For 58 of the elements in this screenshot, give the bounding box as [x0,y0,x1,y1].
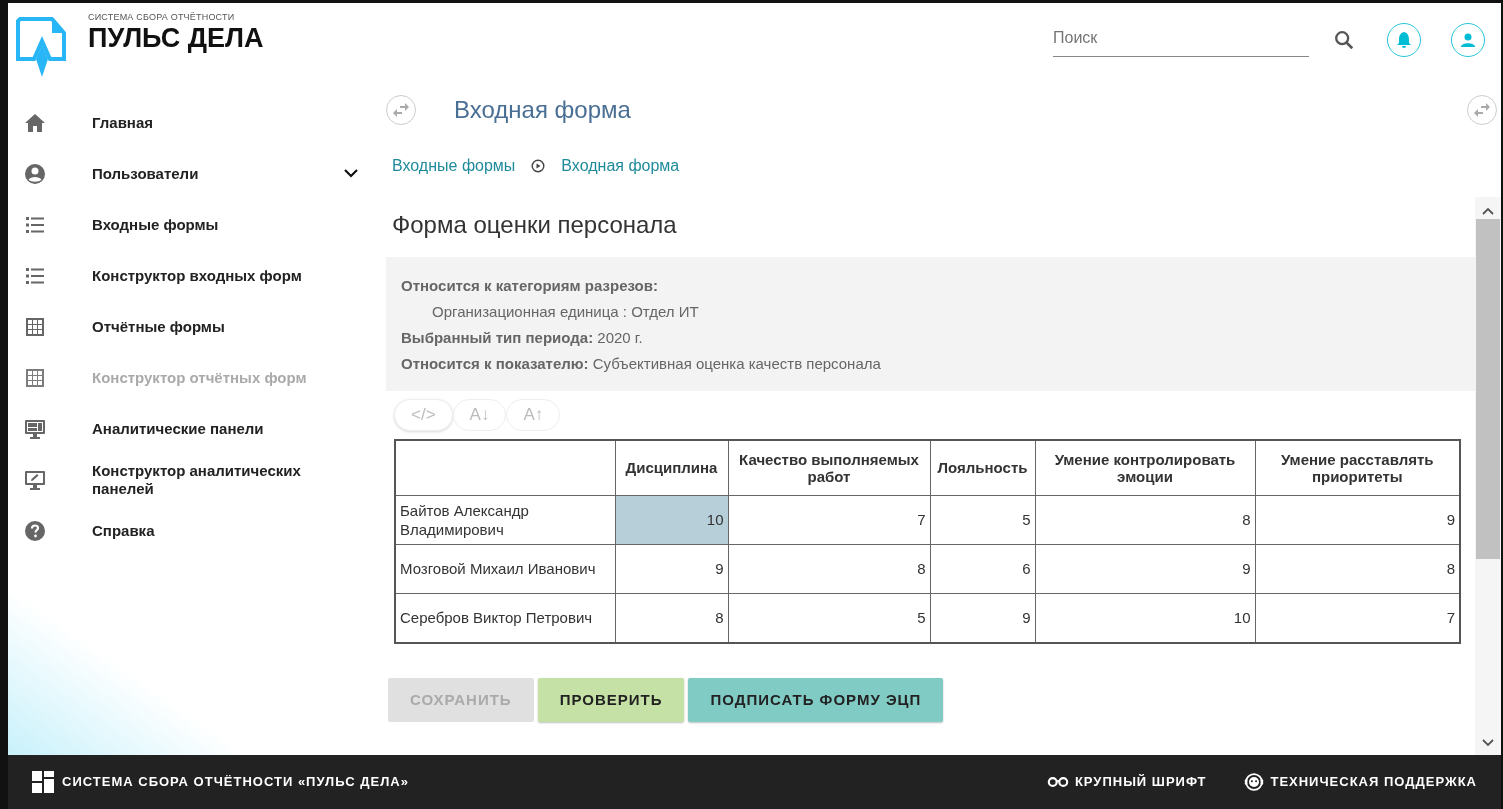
info-line: Относится к категориям разрезов: [401,276,659,296]
grid-logo-icon [32,771,54,793]
swap-button[interactable] [1467,95,1497,125]
page-title: Входная форма [454,95,631,125]
sidebar-item[interactable]: Конструктор аналитических панелей [8,454,378,505]
profile-button[interactable] [1451,23,1485,57]
chevron-up-icon[interactable] [1482,207,1494,215]
chevron-down-icon[interactable] [344,169,358,178]
sidebar-item[interactable]: Отчётные формы [8,301,378,352]
value-cell[interactable]: 9 [1035,544,1255,594]
breadcrumb-link[interactable]: Входная форма [561,154,680,178]
sidebar-item[interactable]: Главная [8,97,378,148]
headset-icon [1244,772,1265,792]
info-line: Организационная единица : Отдел ИТ [431,302,700,322]
value-cell[interactable]: 8 [1035,495,1255,545]
swap-arrows-icon [393,103,409,117]
logo-caption: СИСТЕМА СБОРА ОТЧЁТНОСТИ [88,11,236,24]
value-cell[interactable]: 9 [615,544,728,594]
row-name-cell: Мозговой Михаил Иванович [395,544,615,594]
sidebar-item[interactable]: Аналитические панели [8,403,378,454]
scrollbar[interactable] [1475,197,1501,755]
value-cell[interactable]: 8 [728,544,930,594]
person-icon [1460,32,1476,48]
logo-title: ПУЛЬС ДЕЛА [88,24,264,52]
value-cell[interactable]: 5 [930,495,1035,545]
info-line: Выбранный тип периода: 2020 г. [401,328,644,348]
swap-arrows-icon [1474,103,1490,117]
value-cell[interactable]: 6 [930,544,1035,594]
search-icon[interactable] [1333,29,1355,51]
footer-link[interactable]: ТЕХНИЧЕСКАЯ ПОДДЕРЖКА [1270,772,1477,792]
chevron-down-icon[interactable] [1482,739,1494,747]
sidebar-item[interactable]: Входные формы [8,199,378,250]
user-circle-icon [22,161,48,186]
form-title: Форма оценки персонала [392,210,678,240]
footer-link[interactable]: КРУПНЫЙ ШРИФТ [1074,772,1207,792]
column-header: Умение контролировать эмоции [1035,439,1255,496]
value-cell[interactable]: 10 [615,495,728,545]
help-icon [22,518,48,543]
footer-title: СИСТЕМА СБОРА ОТЧЁТНОСТИ «ПУЛЬС ДЕЛА» [62,773,409,792]
bell-icon [1396,31,1412,49]
column-header: Лояльность [930,439,1035,496]
sidebar-item[interactable]: Конструктор входных форм [8,250,378,301]
play-circle-icon [531,159,546,173]
notifications-button[interactable] [1387,23,1421,57]
scrollbar-thumb[interactable] [1476,219,1500,559]
breadcrumb-link[interactable]: Входные формы [392,154,516,178]
column-header: Качество выполняемых работ [728,439,930,496]
swap-button[interactable] [386,95,416,125]
sidebar-item[interactable]: Пользователи [8,148,378,199]
value-cell[interactable]: 7 [728,495,930,545]
row-name-cell: Байтов Александр Владимирович [395,495,615,545]
sign-button[interactable]: ПОДПИСАТЬ ФОРМУ ЭЦП [688,677,944,722]
check-button[interactable]: ПРОВЕРИТЬ [537,677,685,722]
column-header: Дисциплина [615,439,728,496]
glasses-icon [1046,775,1069,789]
info-line: Относится к показателю: Субъективная оценка качеств персонала [401,354,882,374]
search-field[interactable]: Поиск [1053,23,1309,57]
sidebar-item[interactable]: Справка [8,505,378,556]
